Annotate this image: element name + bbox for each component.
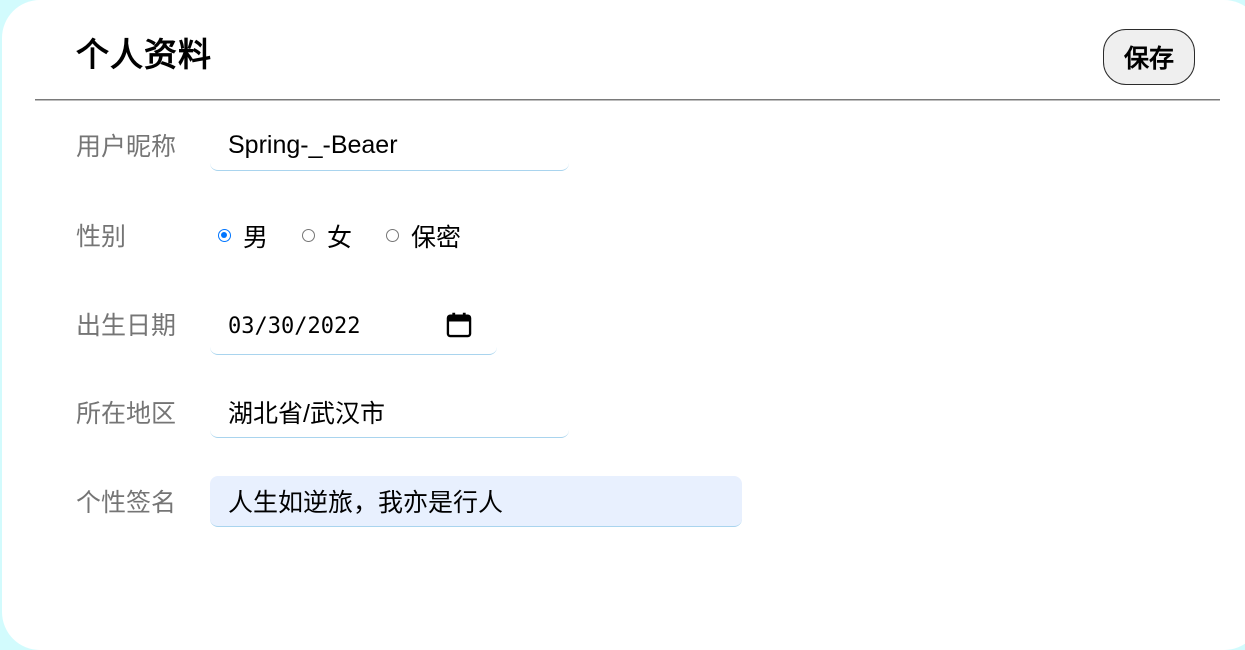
radio-label-secret: 保密 (411, 223, 462, 252)
signature-input[interactable] (210, 476, 742, 527)
gender-label: 性别 (76, 222, 127, 251)
radio-male[interactable] (218, 228, 231, 242)
page-title: 个人资料 (76, 35, 212, 74)
header-divider (35, 99, 1220, 101)
signature-label: 个性签名 (76, 488, 177, 517)
gender-radio-group: 男 女 保密 (218, 220, 495, 256)
gender-option-secret[interactable]: 保密 (386, 222, 461, 254)
nickname-input[interactable] (210, 120, 569, 171)
nickname-label: 用户昵称 (76, 132, 177, 161)
birthday-value: 03/30/2022 (228, 314, 361, 339)
radio-label-female: 女 (327, 223, 353, 252)
radio-label-male: 男 (243, 223, 269, 252)
radio-secret[interactable] (386, 228, 400, 242)
region-input[interactable] (210, 387, 569, 438)
gender-option-female[interactable]: 女 (302, 222, 352, 254)
birthday-date-input[interactable]: 03/30/2022 (210, 304, 497, 355)
gender-option-male[interactable]: 男 (218, 222, 268, 254)
birthday-label: 出生日期 (76, 311, 177, 340)
calendar-icon[interactable] (445, 311, 473, 339)
radio-female[interactable] (302, 228, 316, 242)
region-label: 所在地区 (76, 399, 177, 428)
save-button[interactable]: 保存 (1103, 29, 1195, 85)
profile-card: 个人资料 保存 用户昵称 性别 男 女 保密 出生日期 03/30/2022 所… (2, 0, 1245, 650)
